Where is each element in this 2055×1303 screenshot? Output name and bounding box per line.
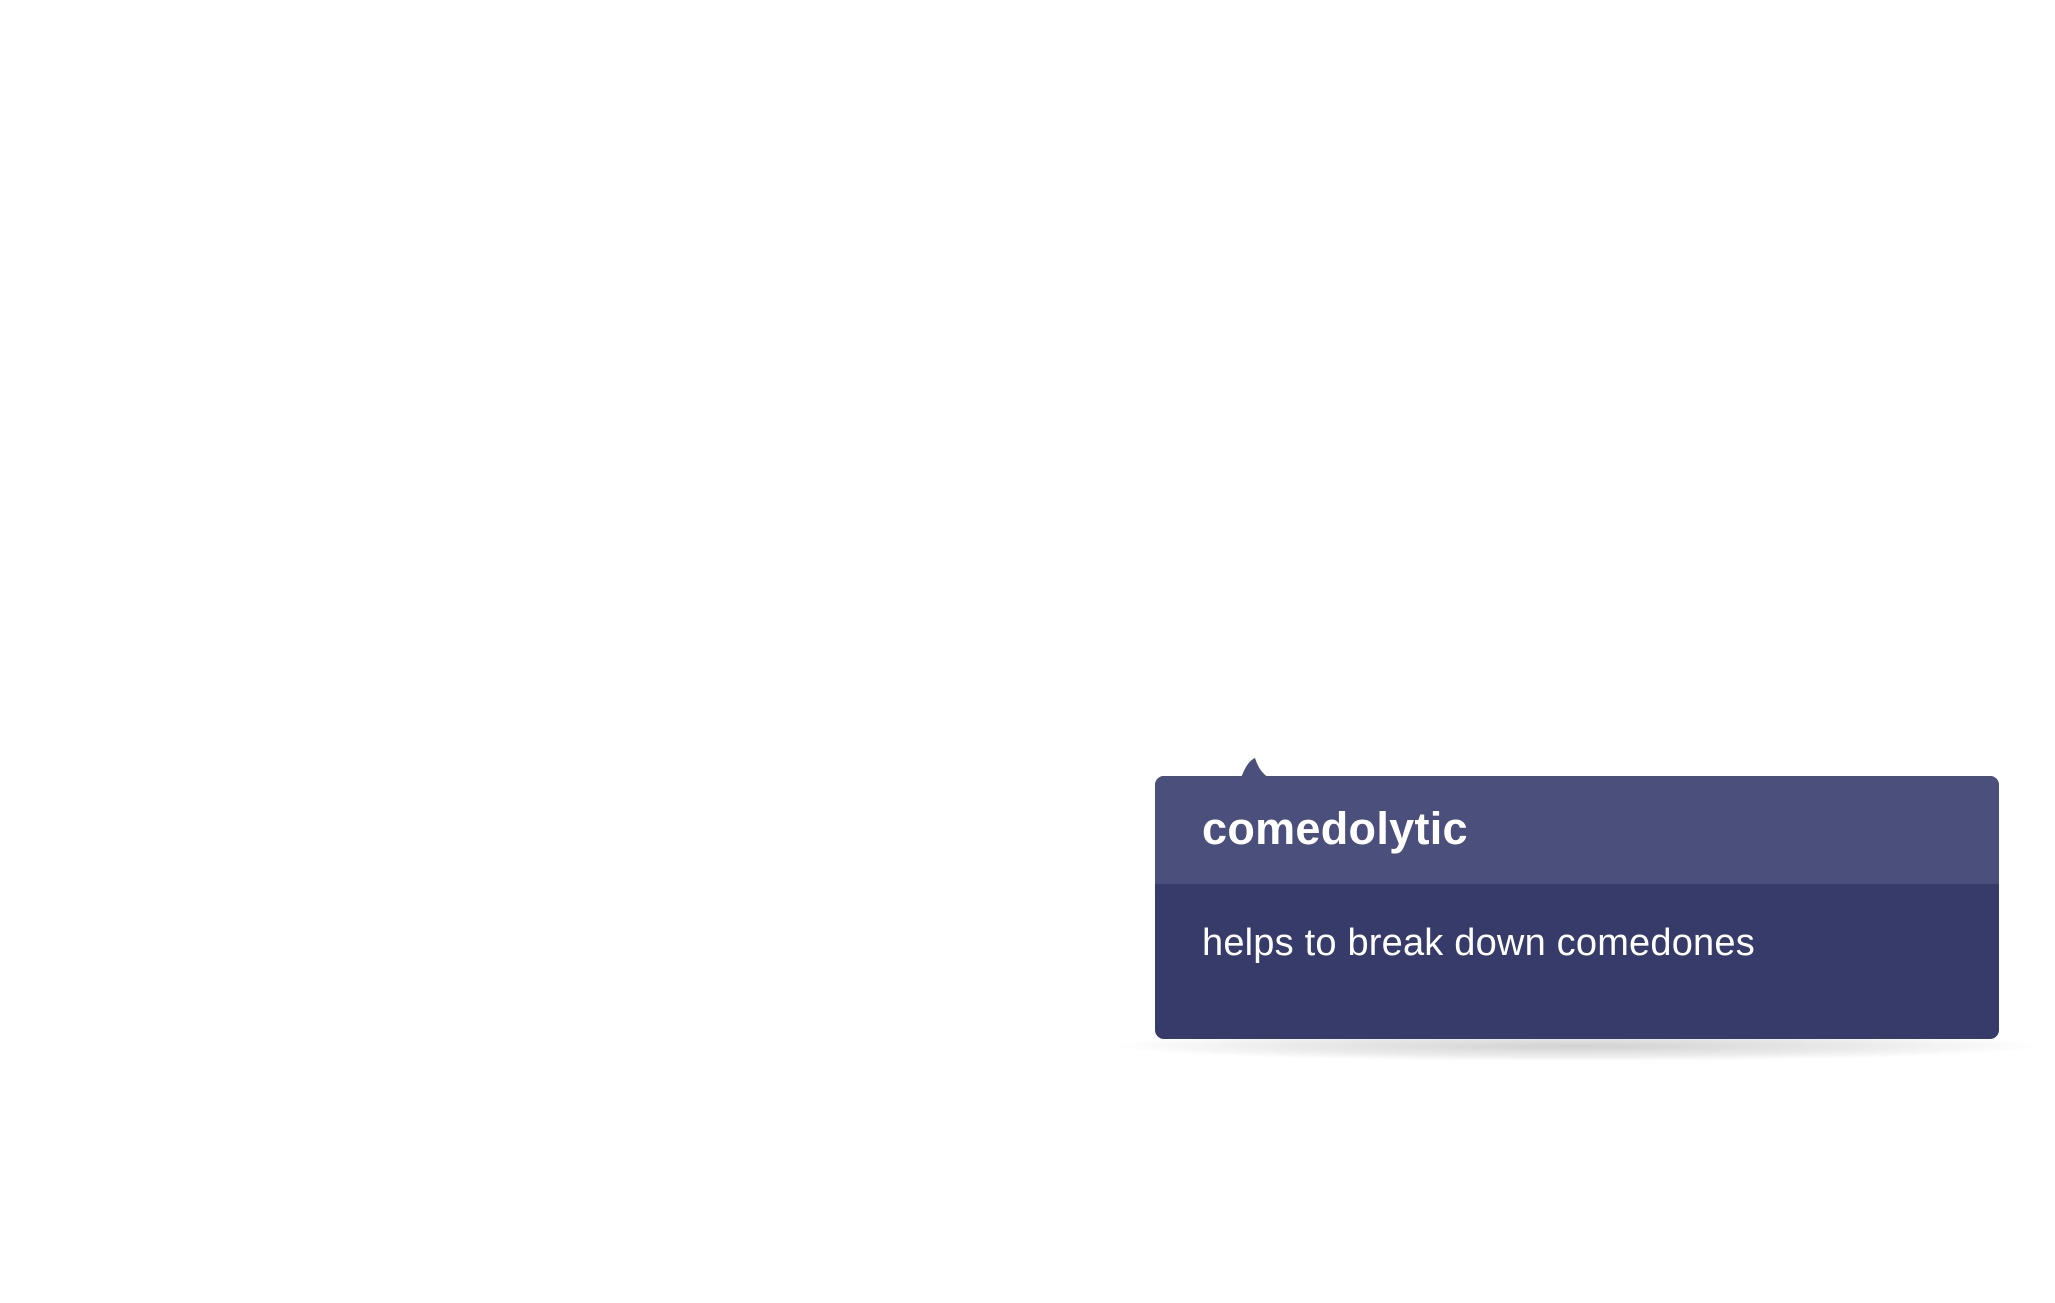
page: comedolytic helps to break down comedone… (0, 0, 2055, 1303)
tooltip-pointer (1241, 758, 1269, 778)
tooltip-term: comedolytic (1202, 803, 1468, 854)
tooltip-body: helps to break down comedones (1155, 884, 1999, 965)
tooltip-definition: helps to break down comedones (1202, 922, 1755, 964)
tooltip-header: comedolytic (1155, 776, 1999, 884)
definition-tooltip: comedolytic helps to break down comedone… (1119, 758, 2035, 1061)
tooltip-card: comedolytic helps to break down comedone… (1155, 776, 1999, 1039)
